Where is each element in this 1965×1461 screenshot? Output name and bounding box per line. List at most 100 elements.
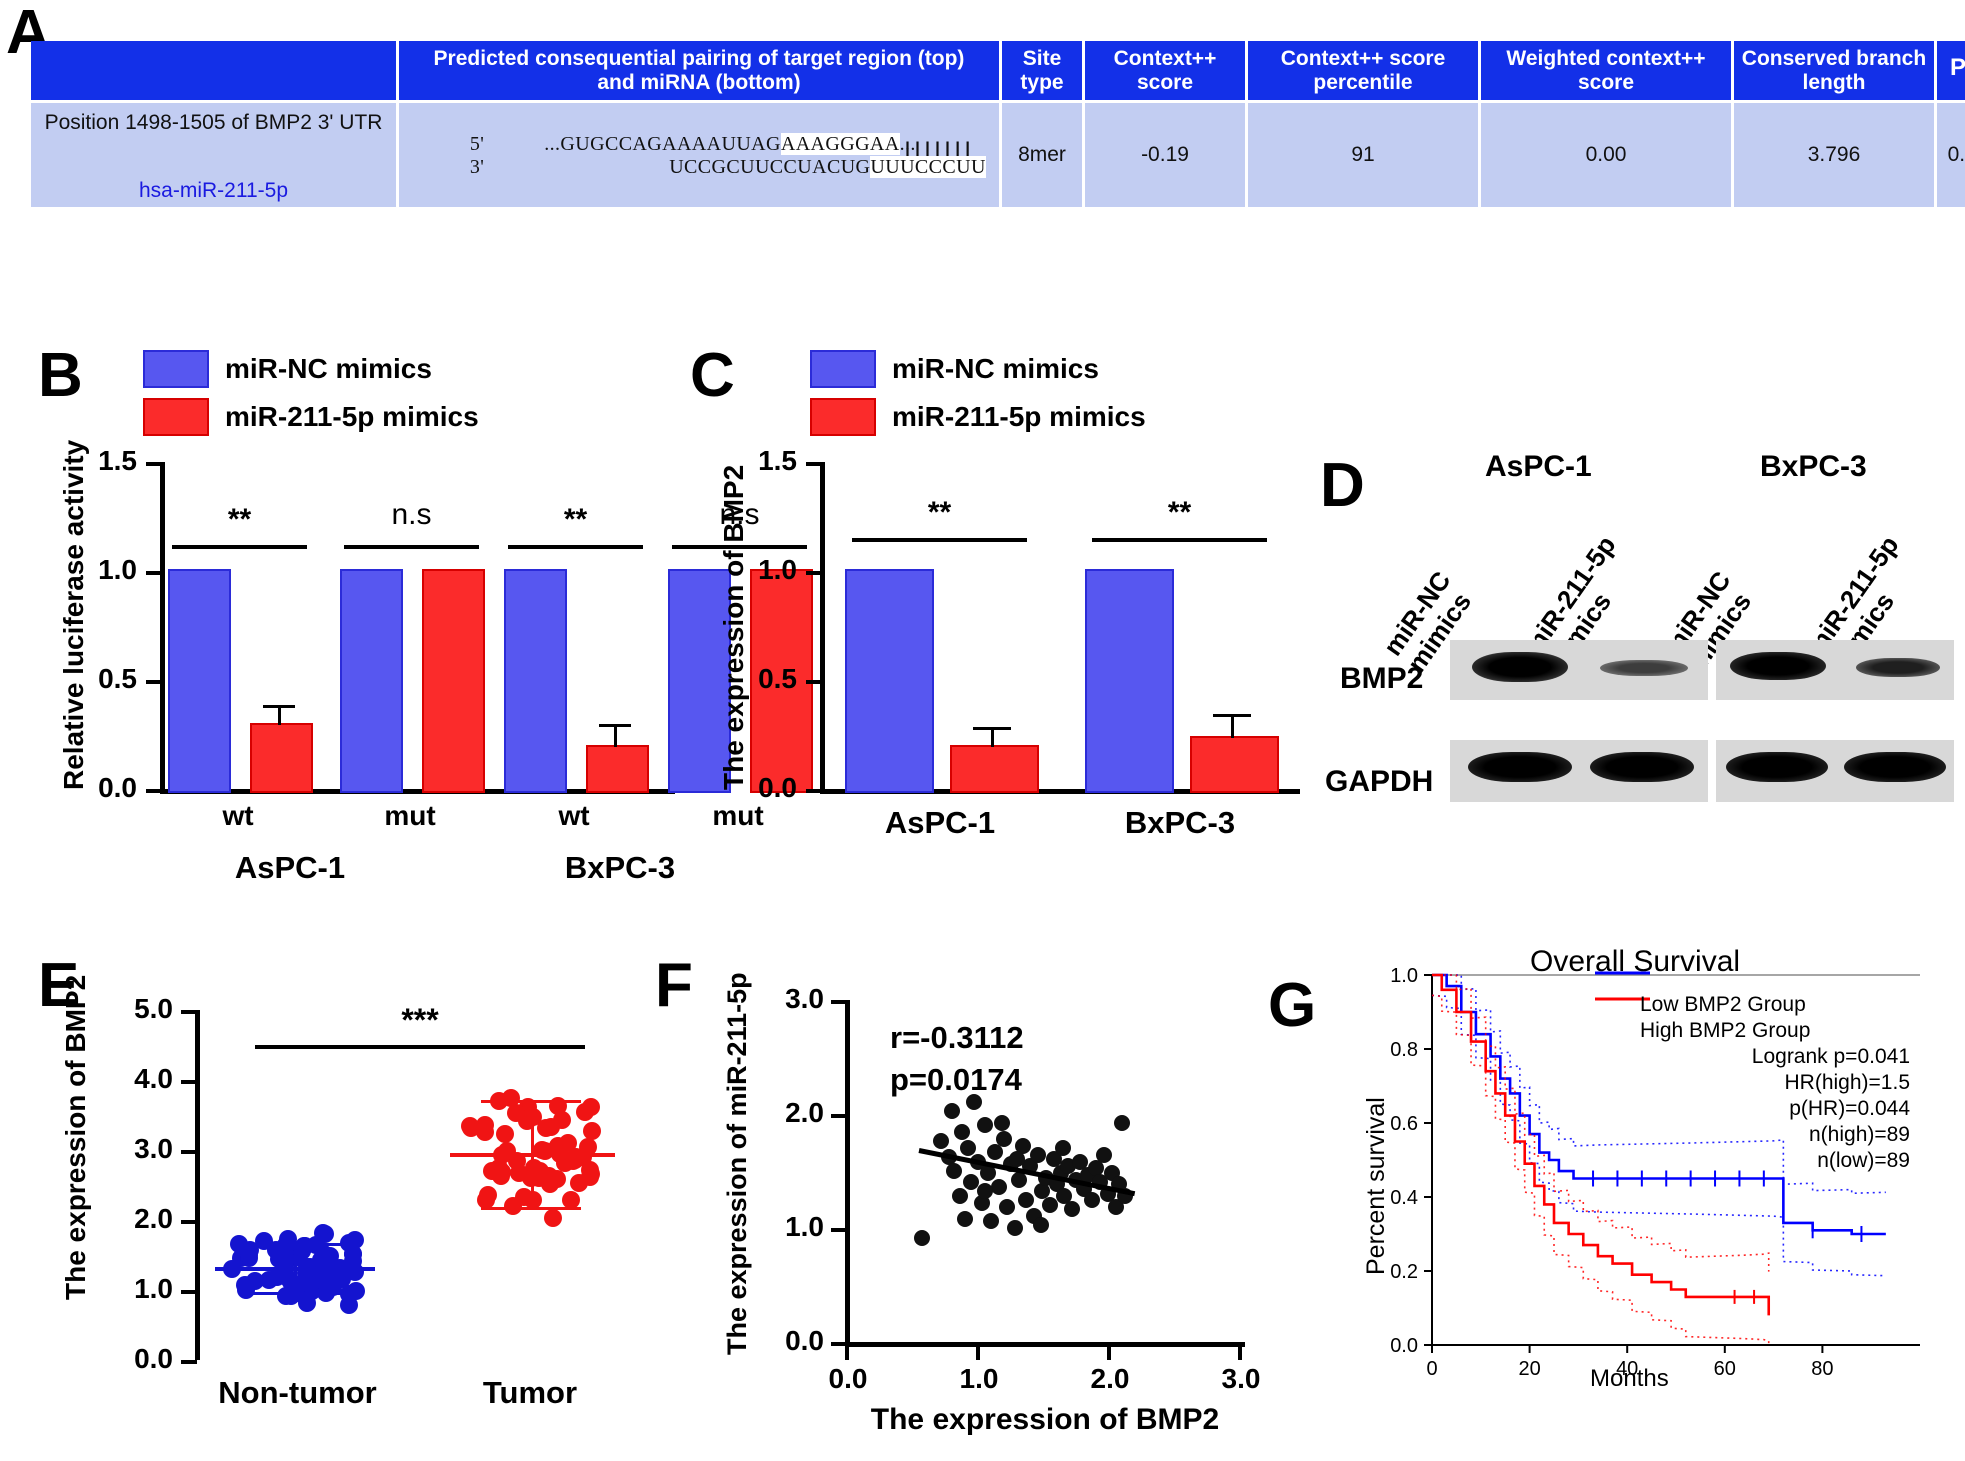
- data-point: [1032, 1217, 1049, 1234]
- data-point: [1064, 1201, 1081, 1218]
- header-context-percentile: Context++ score percentile: [1248, 41, 1478, 101]
- header-conserved-branch: Conserved branch length: [1734, 41, 1934, 101]
- data-point: [946, 1162, 963, 1179]
- panel-b-sigline-2: [508, 545, 643, 549]
- data-point: [475, 1123, 494, 1142]
- header-pct-line1: Context++ score: [1280, 47, 1446, 70]
- data-point: [582, 1097, 601, 1116]
- panel-b-errcap-wt-211-aspc1: [263, 705, 295, 708]
- panel-c-legend-item-1: miR-211-5p mimics: [810, 398, 1146, 436]
- panel-e-sd-nontumor: [294, 1243, 297, 1293]
- panel-b-bar-wt-211-bxpc3: [586, 745, 649, 793]
- panel-e-sdcap-bot-nontumor: [244, 1292, 344, 1295]
- header-ctx-line1: Context++: [1113, 47, 1217, 70]
- data-point: [976, 1117, 993, 1134]
- panel-b-xlabel-2: wt: [558, 800, 590, 831]
- panel-g-ytick: 0.6: [1390, 1113, 1418, 1135]
- legend-label-c-mir-nc: miR-NC mimics: [892, 353, 1099, 384]
- panel-f-xlabel: The expression of BMP2: [870, 1403, 1220, 1436]
- panel-f-xtick-label-1: 1.0: [959, 1363, 999, 1394]
- legend-label-mir-211: miR-211-5p mimics: [225, 401, 479, 432]
- panel-e-tick-1: [181, 1290, 197, 1294]
- panel-b-bar-wt-nc-aspc1: [168, 569, 231, 793]
- cell-conserved-branch-length: 3.796: [1734, 103, 1934, 208]
- panel-d-cellline-aspc1: AsPC-1: [1485, 450, 1592, 483]
- panel-f-stat-r: r=-0.3112: [890, 1020, 1024, 1055]
- panel-e-sdcap-top-nontumor: [244, 1243, 344, 1246]
- header-blank: [31, 41, 396, 101]
- panel-c-err-211-aspc1: [991, 727, 994, 747]
- data-point: [996, 1130, 1013, 1147]
- header-ctx-line2: score: [1136, 70, 1194, 94]
- panel-b-sigline-0: [172, 545, 307, 549]
- panel-e-ytick-0: 0.0: [134, 1343, 173, 1374]
- panel-e-ytick-4: 4.0: [134, 1063, 173, 1094]
- data-point: [1055, 1139, 1072, 1156]
- panel-b-bar-mut-nc-aspc1: [340, 569, 403, 793]
- panel-a-target-prediction-table: Predicted consequential pairing of targe…: [28, 38, 1965, 210]
- data-point: [298, 1294, 317, 1313]
- header-cbl-line1: Conserved branch: [1741, 47, 1927, 70]
- panel-c-errcap-211-bxpc3: [1213, 714, 1251, 717]
- data-point: [559, 1133, 578, 1152]
- band-bmp2-aspc1-nc: [1472, 652, 1568, 682]
- band-bmp2-aspc1-211: [1600, 660, 1688, 676]
- panel-b-xlabel-1: mut: [384, 800, 436, 831]
- data-point: [1042, 1196, 1059, 1213]
- panel-g-stat-nhigh: n(high)=89: [1809, 1123, 1910, 1146]
- data-point: [1006, 1219, 1023, 1236]
- panel-e-y-axis: [195, 1010, 200, 1360]
- panel-e-ytick-3: 3.0: [134, 1133, 173, 1164]
- header-site-line2: type: [1020, 70, 1064, 94]
- panel-c-y-axis: [820, 462, 825, 792]
- panel-e-ytick-2: 2.0: [134, 1203, 173, 1234]
- panel-b-sigline-1: [344, 545, 479, 549]
- table-row: Position 1498-1505 of BMP2 3' UTR hsa-mi…: [31, 103, 1965, 208]
- header-pairing-line1: Predicted consequential pairing of targe…: [433, 47, 965, 70]
- data-point: [491, 1167, 510, 1186]
- header-cbl-line2: length: [1802, 70, 1866, 94]
- legend-label-c-mir-211: miR-211-5p mimics: [892, 401, 1146, 432]
- panel-c-ytick-0.0: 0.0: [758, 772, 797, 803]
- panel-f-xtick-1: [976, 1345, 980, 1360]
- data-point: [993, 1114, 1010, 1131]
- panel-b-xlabel-3: mut: [712, 800, 764, 831]
- data-point: [933, 1133, 950, 1150]
- data-point: [956, 1210, 973, 1227]
- panel-e-tick-2: [181, 1220, 197, 1224]
- mirna-label: hsa-miR-211-5p: [139, 179, 288, 203]
- header-pct-line2: percentile: [1313, 70, 1413, 94]
- panel-g-ytick: 0.2: [1390, 1261, 1418, 1283]
- panel-b-tick-0: [146, 789, 162, 793]
- data-point: [959, 1139, 976, 1156]
- cell-context-percentile: 91: [1248, 103, 1478, 208]
- band-gapdh-bxpc3-nc: [1726, 752, 1828, 782]
- panel-c-bar-211-bxpc3: [1190, 736, 1279, 793]
- panel-g-chart: Overall Survival 0.0 0.2 0.4 0.6 0.8 1.0 0 20 40…: [1340, 945, 1960, 1405]
- panel-g-ytick: 0.0: [1390, 1335, 1418, 1357]
- data-point: [495, 1124, 514, 1143]
- panel-g-xtick: 20: [1518, 1358, 1540, 1380]
- data-point: [1018, 1192, 1035, 1209]
- panel-f-xtick-label-3: 3.0: [1221, 1363, 1261, 1394]
- panel-b-y-axis: [160, 462, 165, 792]
- data-point: [983, 1212, 1000, 1229]
- data-point: [954, 1123, 971, 1140]
- panel-e-tick-5: [181, 1010, 197, 1014]
- data-point: [1083, 1192, 1100, 1209]
- cell-pairing: 5' ...GUGCCAGAAAAUUAGAAAGGGAA... ||||||| …: [399, 103, 999, 208]
- panel-g-stat-phr: p(HR)=0.044: [1789, 1097, 1910, 1120]
- data-point: [281, 1287, 300, 1306]
- panel-f-ylabel-0: 0.0: [785, 1325, 824, 1356]
- panel-c-ytick-1.5: 1.5: [758, 445, 797, 476]
- band-bmp2-bxpc3-nc: [1730, 652, 1826, 680]
- panel-f-xtick-3: [1238, 1345, 1242, 1360]
- panel-f-xtick-2: [1107, 1345, 1111, 1360]
- panel-e-tick-4: [181, 1080, 197, 1084]
- header-site-line1: Site: [1022, 47, 1062, 70]
- panel-f-ylabel-1: 1.0: [785, 1211, 824, 1242]
- panel-e-sigline: [255, 1045, 585, 1049]
- panel-c-ytick-0.5: 0.5: [758, 663, 797, 694]
- panel-c-xlabel-0: AsPC-1: [884, 805, 996, 840]
- panel-b-letter: B: [38, 341, 83, 410]
